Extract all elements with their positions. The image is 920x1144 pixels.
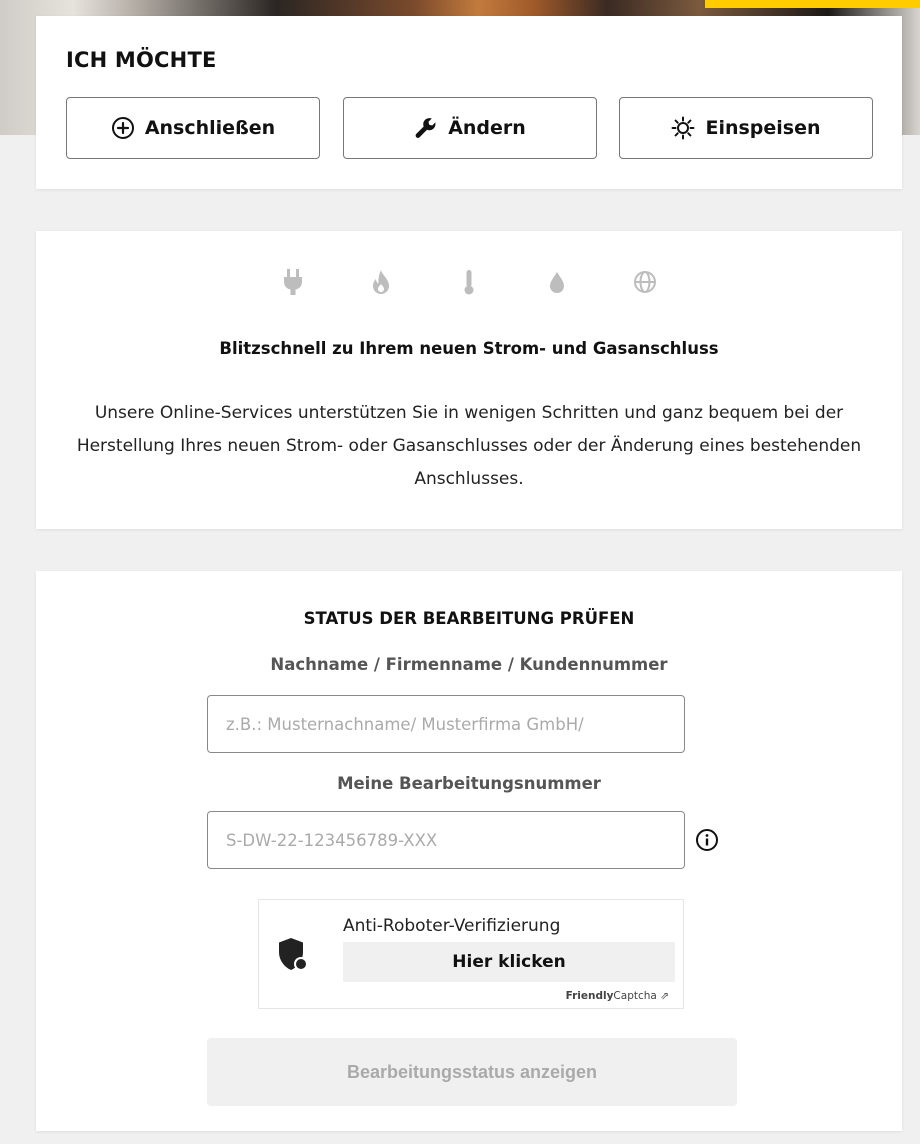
plus-circle-icon bbox=[111, 117, 134, 139]
anschliessen-label: Anschließen bbox=[144, 117, 276, 139]
captcha-click-button[interactable]: Hier klicken bbox=[343, 942, 675, 982]
captcha-text: Anti-Roboter-Verifizierung bbox=[343, 916, 561, 936]
captcha-brand[interactable]: FriendlyCaptcha ⇗ bbox=[566, 990, 669, 1002]
external-link-icon: ⇗ bbox=[660, 990, 669, 1002]
shield-icon bbox=[279, 938, 308, 971]
ich-moechte-card: ICH MÖCHTE Anschließen Ändern Einspeisen bbox=[36, 16, 902, 189]
anschliessen-button[interactable]: Anschließen bbox=[66, 97, 320, 159]
ich-moechte-title: ICH MÖCHTE bbox=[66, 48, 217, 72]
einspeisen-button[interactable]: Einspeisen bbox=[619, 97, 873, 159]
captcha-brand-rest: Captcha bbox=[613, 990, 657, 1002]
sun-icon bbox=[671, 116, 695, 140]
show-status-button[interactable]: Bearbeitungsstatus anzeigen bbox=[207, 1038, 737, 1106]
captcha-brand-bold: Friendly bbox=[565, 990, 614, 1002]
info-card: Blitzschnell zu Ihrem neuen Strom- und G… bbox=[36, 231, 902, 529]
aendern-label: Ändern bbox=[448, 117, 526, 139]
brand-accent-bar bbox=[705, 0, 920, 8]
globe-icon bbox=[634, 271, 656, 293]
status-title: STATUS DER BEARBEITUNG PRÜFEN bbox=[303, 609, 635, 628]
info-description: Unsere Online-Services unterstützen Sie … bbox=[76, 403, 862, 489]
energy-type-icons bbox=[36, 267, 902, 297]
bearbeitungsnummer-input[interactable] bbox=[207, 811, 685, 869]
plug-icon bbox=[284, 269, 302, 295]
status-check-card: STATUS DER BEARBEITUNG PRÜFEN Nachname /… bbox=[36, 571, 902, 1131]
water-drop-icon bbox=[550, 272, 564, 293]
name-input[interactable] bbox=[207, 695, 685, 753]
aendern-button[interactable]: Ändern bbox=[343, 97, 597, 159]
friendly-captcha-widget: Anti-Roboter-Verifizierung Hier klicken … bbox=[258, 899, 684, 1009]
name-field-label: Nachname / Firmenname / Kundennummer bbox=[270, 655, 668, 674]
einspeisen-label: Einspeisen bbox=[705, 117, 821, 139]
info-headline: Blitzschnell zu Ihrem neuen Strom- und G… bbox=[219, 339, 719, 358]
number-field-label: Meine Bearbeitungsnummer bbox=[337, 774, 601, 793]
wrench-icon bbox=[415, 118, 436, 138]
flame-icon bbox=[373, 270, 389, 294]
info-icon[interactable] bbox=[695, 828, 719, 852]
thermometer-icon bbox=[464, 270, 474, 295]
